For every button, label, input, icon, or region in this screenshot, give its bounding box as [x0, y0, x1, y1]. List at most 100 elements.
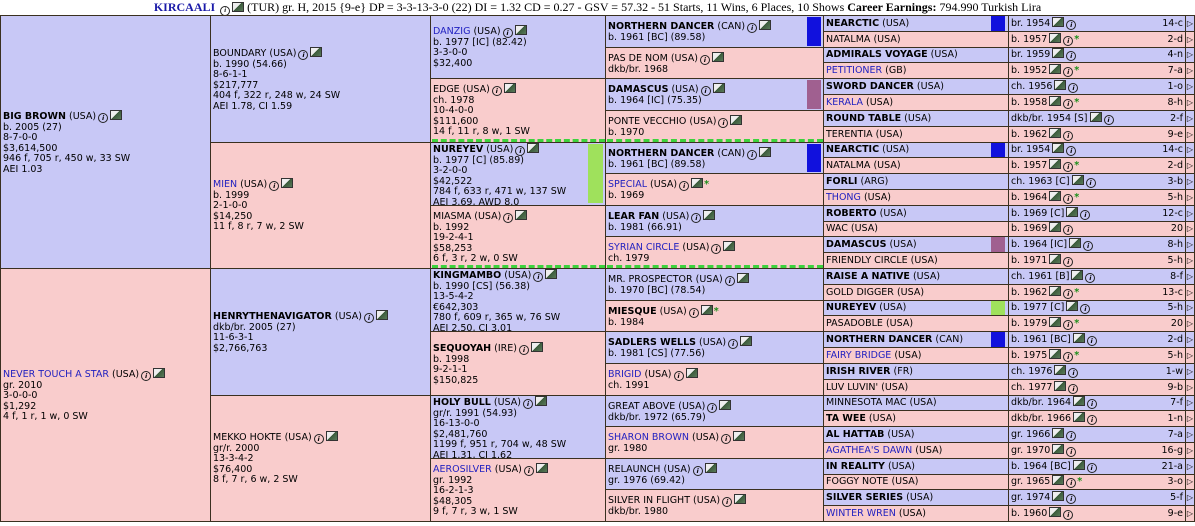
horse-name[interactable]: GREAT ABOVE: [608, 401, 675, 412]
info-icon[interactable]: i: [721, 434, 732, 444]
horse-name[interactable]: NEVER TOUCH A STAR: [3, 369, 109, 380]
horse-name[interactable]: FRIENDLY CIRCLE: [826, 255, 908, 266]
photo-icon[interactable]: [1049, 96, 1062, 106]
horse-name[interactable]: MIASMA: [433, 211, 471, 222]
horse-name[interactable]: PONTE VECCHIO: [608, 116, 686, 127]
photo-icon[interactable]: [1073, 396, 1086, 406]
photo-icon[interactable]: [535, 463, 548, 473]
horse-name[interactable]: SYRIAN CIRCLE: [608, 242, 679, 253]
info-icon[interactable]: i: [298, 50, 309, 60]
photo-icon[interactable]: [1049, 64, 1062, 74]
expand-arrow-icon[interactable]: ▷: [1184, 490, 1193, 505]
info-icon[interactable]: i: [1103, 115, 1114, 125]
info-icon[interactable]: i: [691, 213, 702, 223]
info-icon[interactable]: i: [1080, 210, 1091, 220]
info-icon[interactable]: i: [1068, 368, 1079, 378]
info-icon[interactable]: i: [1068, 384, 1079, 394]
horse-name[interactable]: KINGMAMBO: [433, 270, 501, 281]
info-icon[interactable]: i: [1063, 257, 1074, 267]
horse-name[interactable]: FOGGY NOTE: [826, 476, 888, 487]
expand-arrow-icon[interactable]: ▷: [1184, 190, 1193, 205]
horse-name[interactable]: RELAUNCH: [608, 464, 660, 475]
photo-icon[interactable]: [1069, 238, 1082, 248]
expand-arrow-icon[interactable]: ▷: [1184, 222, 1193, 236]
horse-name[interactable]: DANZIG: [433, 26, 470, 37]
photo-icon[interactable]: [1066, 301, 1079, 311]
expand-arrow-icon[interactable]: ▷: [1184, 380, 1193, 395]
photo-icon[interactable]: [503, 83, 516, 93]
photo-icon[interactable]: [1071, 270, 1084, 280]
expand-arrow-icon[interactable]: ▷: [1184, 253, 1193, 268]
horse-name[interactable]: SPECIAL: [608, 179, 647, 190]
expand-arrow-icon[interactable]: ▷: [1184, 427, 1193, 442]
info-icon[interactable]: i: [1063, 131, 1074, 141]
info-icon[interactable]: i: [523, 466, 534, 476]
horse-name[interactable]: NUREYEV: [433, 144, 483, 155]
expand-arrow-icon[interactable]: ▷: [1184, 285, 1193, 300]
info-icon[interactable]: i: [1087, 399, 1098, 409]
photo-icon[interactable]: [1072, 333, 1085, 343]
info-icon[interactable]: i: [363, 313, 374, 323]
info-icon[interactable]: i: [1066, 431, 1077, 441]
info-icon[interactable]: i: [700, 86, 711, 96]
info-icon[interactable]: i: [519, 345, 529, 355]
horse-name[interactable]: BIG BROWN: [3, 111, 66, 122]
horse-name[interactable]: MEKKO HOKTE: [213, 432, 282, 443]
horse-name[interactable]: MIESQUE: [608, 306, 657, 317]
info-icon[interactable]: i: [141, 371, 152, 381]
horse-name[interactable]: SEQUOYAH: [433, 343, 491, 354]
expand-arrow-icon[interactable]: ▷: [1184, 143, 1193, 157]
expand-arrow-icon[interactable]: ▷: [1184, 16, 1193, 31]
photo-icon[interactable]: [719, 400, 732, 410]
horse-name[interactable]: NORTHERN DANCER: [608, 148, 714, 159]
info-icon[interactable]: i: [728, 339, 739, 349]
info-icon[interactable]: i: [1086, 336, 1097, 346]
expand-arrow-icon[interactable]: ▷: [1184, 332, 1193, 347]
horse-name[interactable]: HENRYTHENAVIGATOR: [213, 311, 332, 322]
horse-name[interactable]: IRISH RIVER: [826, 366, 891, 377]
photo-icon[interactable]: [153, 368, 166, 378]
info-icon[interactable]: i: [692, 466, 703, 476]
photo-icon[interactable]: [1052, 491, 1065, 501]
photo-icon[interactable]: [515, 210, 528, 220]
horse-name[interactable]: NUREYEV: [826, 302, 876, 313]
horse-name[interactable]: BRIGID: [608, 369, 641, 380]
expand-arrow-icon[interactable]: ▷: [1184, 301, 1193, 315]
info-icon[interactable]: i: [491, 86, 502, 96]
photo-icon[interactable]: [1049, 286, 1062, 296]
info-icon[interactable]: i: [1068, 83, 1079, 93]
photo-icon[interactable]: [110, 110, 123, 120]
horse-name[interactable]: SILVER IN FLIGHT: [608, 495, 690, 506]
horse-name[interactable]: SILVER SERIES: [826, 492, 903, 503]
horse-name[interactable]: NORTHERN DANCER: [826, 334, 932, 345]
photo-icon[interactable]: [759, 20, 772, 30]
photo-icon[interactable]: [734, 494, 747, 504]
expand-arrow-icon[interactable]: ▷: [1184, 348, 1193, 363]
photo-icon[interactable]: [1089, 112, 1102, 122]
photo-icon[interactable]: [310, 47, 323, 57]
horse-name[interactable]: AEROSILVER: [433, 464, 492, 475]
photo-icon[interactable]: [759, 147, 772, 157]
photo-icon[interactable]: [1052, 17, 1065, 27]
photo-icon[interactable]: [712, 83, 725, 93]
expand-arrow-icon[interactable]: ▷: [1184, 111, 1193, 126]
info-icon[interactable]: i: [1085, 273, 1096, 283]
expand-arrow-icon[interactable]: ▷: [1184, 443, 1193, 458]
photo-icon[interactable]: [1073, 412, 1086, 422]
info-icon[interactable]: i: [688, 308, 699, 318]
info-icon[interactable]: i: [707, 403, 718, 413]
horse-name[interactable]: FAIRY BRIDGE: [826, 350, 891, 361]
horse-name[interactable]: BOUNDARY: [213, 48, 266, 59]
photo-icon[interactable]: [1049, 191, 1062, 201]
horse-name[interactable]: THONG: [826, 192, 861, 203]
info-icon[interactable]: i: [711, 244, 722, 254]
horse-name[interactable]: SWORD DANCER: [826, 81, 914, 92]
info-icon[interactable]: i: [1063, 162, 1074, 172]
info-icon[interactable]: i: [673, 371, 684, 381]
horse-name[interactable]: TA WEE: [826, 413, 866, 424]
info-icon[interactable]: i: [1063, 99, 1074, 109]
info-icon[interactable]: i: [1063, 194, 1074, 204]
expand-arrow-icon[interactable]: ▷: [1184, 396, 1193, 410]
horse-name[interactable]: NEARCTIC: [826, 18, 879, 29]
photo-icon[interactable]: [1049, 349, 1062, 359]
